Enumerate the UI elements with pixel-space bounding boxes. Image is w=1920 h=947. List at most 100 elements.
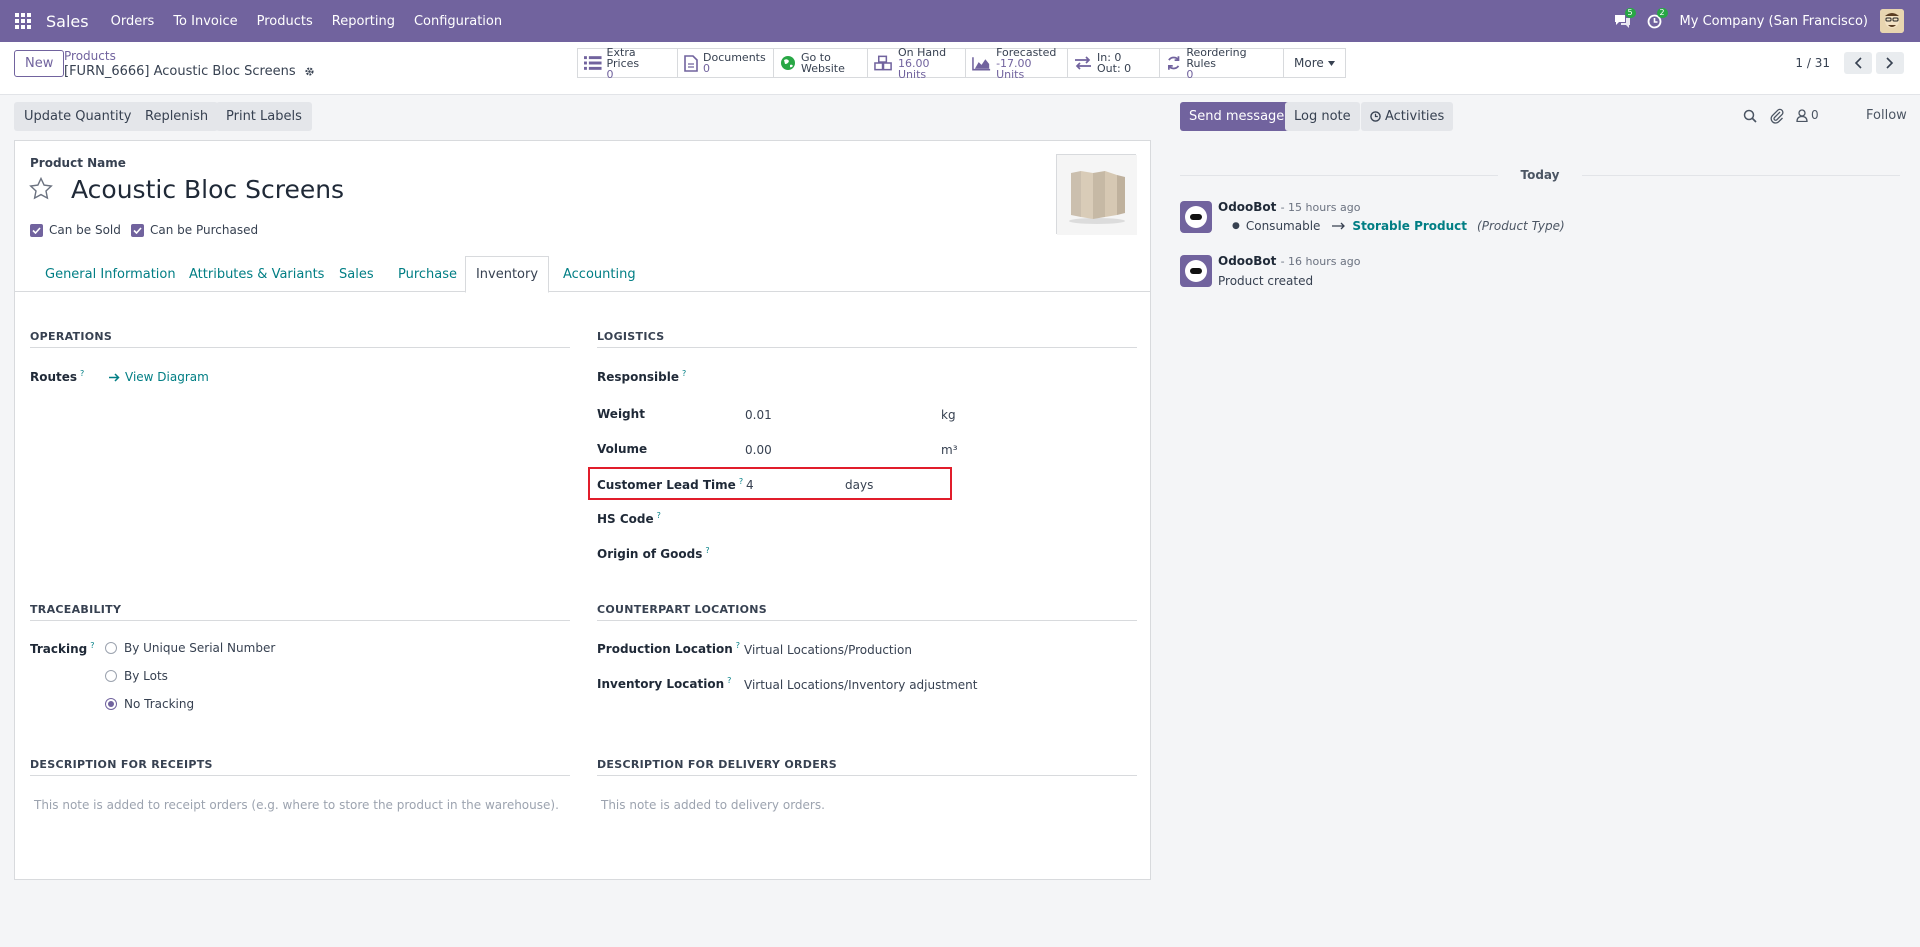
radio-unchecked-icon bbox=[105, 642, 117, 654]
tab-purchase[interactable]: Purchase bbox=[398, 256, 457, 292]
origin-of-goods-field[interactable] bbox=[745, 540, 955, 564]
weight-field[interactable]: 0.01 bbox=[745, 408, 925, 422]
hs-code-field[interactable] bbox=[745, 505, 955, 529]
search-icon bbox=[1743, 109, 1757, 123]
documents-button[interactable]: Documents 0 bbox=[678, 49, 774, 77]
forecasted-button[interactable]: Forecasted -17.00 Units bbox=[966, 47, 1068, 80]
pager-next-button[interactable] bbox=[1876, 52, 1904, 74]
more-label: More bbox=[1294, 56, 1324, 70]
followers-button[interactable]: 0 bbox=[1796, 108, 1819, 122]
tab-accounting[interactable]: Accounting bbox=[563, 256, 636, 292]
message-author: OdooBot - 15 hours ago bbox=[1218, 200, 1360, 214]
website-button[interactable]: Go to Website bbox=[774, 49, 868, 77]
odoobot-avatar[interactable] bbox=[1180, 201, 1212, 233]
activities-button[interactable]: Activities bbox=[1361, 102, 1454, 131]
menu-to-invoice[interactable]: To Invoice bbox=[173, 14, 237, 29]
production-location-field[interactable]: Virtual Locations/Production bbox=[744, 643, 912, 657]
receipts-description-field[interactable]: This note is added to receipt orders (e.… bbox=[34, 798, 559, 812]
reordering-rules-button[interactable]: Reordering Rules 0 bbox=[1160, 45, 1284, 81]
product-image[interactable] bbox=[1056, 154, 1137, 235]
in-out-button[interactable]: In: 0 Out: 0 bbox=[1068, 49, 1160, 77]
tab-sales[interactable]: Sales bbox=[339, 256, 374, 292]
attachments-button[interactable] bbox=[1770, 108, 1784, 124]
message-author-name[interactable]: OdooBot bbox=[1218, 254, 1276, 268]
globe-icon bbox=[781, 56, 795, 70]
send-message-button[interactable]: Send message bbox=[1180, 102, 1294, 131]
product-name-field[interactable]: Acoustic Bloc Screens bbox=[71, 175, 344, 204]
reordering-value: 0 bbox=[1186, 67, 1194, 81]
gear-icon[interactable] bbox=[304, 66, 315, 77]
pager-count[interactable]: 1 / 31 bbox=[1795, 56, 1830, 70]
pager-previous-button[interactable] bbox=[1844, 52, 1872, 74]
user-avatar[interactable] bbox=[1880, 9, 1904, 33]
extra-prices-label: Extra Prices bbox=[606, 45, 640, 70]
area-chart-icon bbox=[972, 56, 991, 70]
log-note-button[interactable]: Log note bbox=[1285, 102, 1360, 131]
activity-button[interactable]: 2 bbox=[1647, 7, 1668, 29]
tracking-lots-label: By Lots bbox=[124, 669, 168, 683]
tracking-field-name: (Product Type) bbox=[1477, 219, 1565, 233]
tracking-none-radio[interactable]: No Tracking bbox=[105, 697, 194, 711]
form-sheet: Product Name Acoustic Bloc Screens Can b… bbox=[14, 140, 1151, 880]
reordering-label: Reordering Rules bbox=[1186, 45, 1247, 70]
checkbox-checked-icon bbox=[131, 223, 144, 237]
breadcrumb-parent[interactable]: Products bbox=[64, 49, 116, 63]
production-location-label-text: Production Location bbox=[597, 642, 733, 656]
delivery-description-field[interactable]: This note is added to delivery orders. bbox=[601, 798, 825, 812]
extra-prices-button[interactable]: Extra Prices 0 bbox=[578, 45, 678, 81]
odoobot-avatar[interactable] bbox=[1180, 255, 1212, 287]
help-icon: ? bbox=[80, 369, 85, 378]
origin-of-goods-label: Origin of Goods? bbox=[597, 546, 710, 561]
company-switcher[interactable]: My Company (San Francisco) bbox=[1680, 14, 1868, 29]
message-body: Product created bbox=[1218, 274, 1314, 288]
documents-label: Documents bbox=[703, 51, 766, 64]
messaging-button[interactable]: 5 bbox=[1614, 7, 1636, 29]
tab-inventory[interactable]: Inventory bbox=[465, 256, 549, 293]
odoobot-face-icon bbox=[1185, 260, 1207, 282]
menu-configuration[interactable]: Configuration bbox=[414, 14, 502, 29]
menu-products[interactable]: Products bbox=[257, 14, 313, 29]
search-messages-button[interactable] bbox=[1743, 109, 1757, 123]
message-author: OdooBot - 16 hours ago bbox=[1218, 254, 1360, 268]
new-button[interactable]: New bbox=[14, 50, 65, 77]
can-be-sold-checkbox[interactable]: Can be Sold bbox=[30, 223, 121, 237]
volume-unit: m³ bbox=[941, 443, 958, 457]
refresh-icon bbox=[1168, 56, 1180, 70]
can-be-purchased-checkbox[interactable]: Can be Purchased bbox=[131, 223, 258, 237]
more-button[interactable]: More bbox=[1284, 49, 1345, 77]
message-author-name[interactable]: OdooBot bbox=[1218, 200, 1276, 214]
menu-orders[interactable]: Orders bbox=[111, 14, 155, 29]
on-hand-label: On Hand bbox=[898, 45, 947, 59]
tracking-change: ● Consumable Storable Product (Product T… bbox=[1232, 219, 1565, 233]
tab-attributes-variants[interactable]: Attributes & Variants bbox=[189, 256, 324, 292]
tracking-serial-label: By Unique Serial Number bbox=[124, 641, 276, 655]
can-be-purchased-label: Can be Purchased bbox=[150, 223, 259, 237]
on-hand-value: 16.00 Units bbox=[898, 56, 930, 81]
volume-field[interactable]: 0.00 bbox=[745, 443, 925, 457]
weight-label: Weight bbox=[597, 407, 645, 421]
activities-label: Activities bbox=[1385, 109, 1445, 124]
list-icon bbox=[584, 56, 602, 70]
responsible-field[interactable] bbox=[745, 363, 955, 387]
delivery-section-title: DESCRIPTION FOR DELIVERY ORDERS bbox=[597, 758, 1137, 776]
tracking-lots-radio[interactable]: By Lots bbox=[105, 669, 168, 683]
clock-icon bbox=[1370, 111, 1381, 122]
receipts-section-title: DESCRIPTION FOR RECEIPTS bbox=[30, 758, 570, 776]
responsible-label-text: Responsible bbox=[597, 370, 679, 384]
replenish-button[interactable]: Replenish bbox=[135, 102, 219, 131]
app-name[interactable]: Sales bbox=[46, 12, 89, 31]
view-diagram-link[interactable]: View Diagram bbox=[109, 370, 209, 384]
follow-button[interactable]: Follow bbox=[1866, 108, 1907, 123]
tab-general-information[interactable]: General Information bbox=[45, 256, 176, 292]
inventory-location-label: Inventory Location? bbox=[597, 676, 731, 691]
on-hand-button[interactable]: On Hand 16.00 Units bbox=[868, 45, 966, 81]
apps-menu-icon[interactable] bbox=[0, 13, 46, 29]
tracking-serial-radio[interactable]: By Unique Serial Number bbox=[105, 641, 275, 655]
favorite-star-icon[interactable] bbox=[29, 177, 53, 200]
menu-reporting[interactable]: Reporting bbox=[332, 14, 395, 29]
update-quantity-button[interactable]: Update Quantity bbox=[14, 102, 142, 131]
extra-prices-value: 0 bbox=[606, 67, 614, 81]
inventory-location-field[interactable]: Virtual Locations/Inventory adjustment bbox=[744, 678, 977, 692]
print-labels-button[interactable]: Print Labels bbox=[216, 102, 312, 131]
today-label: Today bbox=[1506, 168, 1574, 182]
